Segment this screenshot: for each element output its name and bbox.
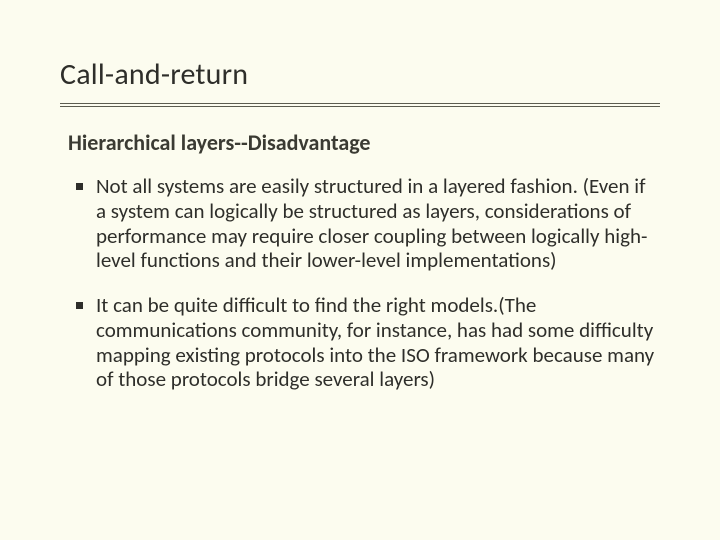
list-item: It can be quite difficult to find the ri…: [76, 293, 658, 392]
slide-title: Call-and-return: [60, 56, 660, 93]
slide-subtitle: Hierarchical layers--Disadvantage: [68, 129, 660, 156]
list-item: Not all systems are easily structured in…: [76, 174, 658, 273]
bullet-list: Not all systems are easily structured in…: [60, 174, 660, 392]
slide: Call-and-return Hierarchical layers--Dis…: [0, 0, 720, 540]
title-divider: [60, 103, 660, 107]
